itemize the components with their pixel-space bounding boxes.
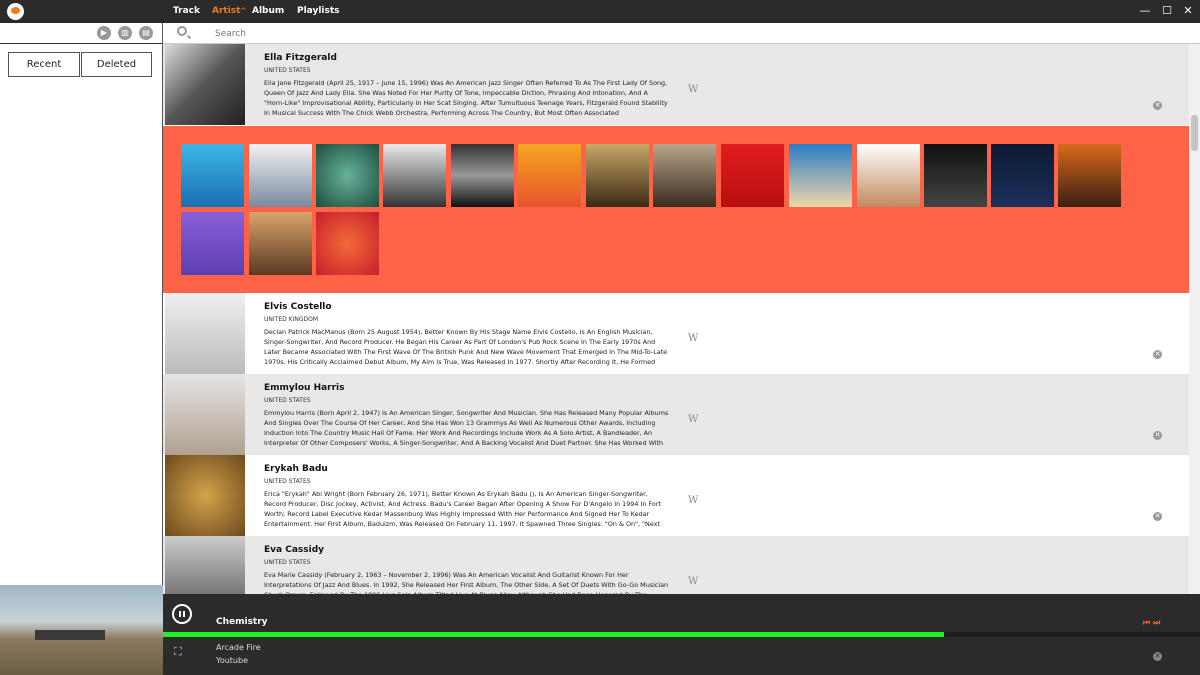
artist-bio: Erica "Erykah" Abi Wright (Born February… xyxy=(264,490,661,528)
album-cover[interactable] xyxy=(721,144,784,207)
wikipedia-icon[interactable]: W xyxy=(688,414,698,425)
progress-fill xyxy=(163,632,944,637)
close-icon[interactable]: ✕ xyxy=(1153,101,1162,110)
artist-photo xyxy=(165,293,245,374)
artist-country: UNITED STATES xyxy=(264,397,311,404)
wikipedia-icon[interactable]: W xyxy=(688,84,698,95)
album-cover[interactable] xyxy=(383,144,446,207)
artist-country: UNITED KINGDOM xyxy=(264,316,318,323)
album-cover[interactable] xyxy=(181,212,244,275)
library-icon[interactable]: ▥ xyxy=(118,26,132,40)
left-panel: ▶ ▥ ▤ Recent Deleted xyxy=(0,23,163,585)
artist-bio: Declan Patrick MacManus (Born 25 August … xyxy=(264,328,668,366)
artist-list: Ella Fitzgerald UNITED STATES Ella Jane … xyxy=(163,44,1189,594)
album-cover[interactable] xyxy=(316,212,379,275)
nav-artist-label: Artist xyxy=(212,6,241,16)
artist-bio: Eva Marie Cassidy (February 2, 1963 – No… xyxy=(264,571,669,594)
prev-next-buttons[interactable]: ⏮ ⏭ xyxy=(1143,618,1160,628)
now-playing-cover xyxy=(0,585,163,675)
artist-name: Erykah Badu xyxy=(264,464,328,474)
close-icon[interactable]: ✕ xyxy=(1153,431,1162,440)
album-cover[interactable] xyxy=(451,144,514,207)
artist-row[interactable]: Emmylou Harris UNITED STATES Emmylou Har… xyxy=(163,374,1189,455)
search-input[interactable] xyxy=(215,27,815,41)
maximize-button[interactable]: ☐ xyxy=(1160,4,1174,18)
app-logo-icon xyxy=(7,3,24,20)
nav-track[interactable]: Track xyxy=(173,6,200,16)
sort-caret-icon: ^ xyxy=(240,7,247,15)
cover-sign xyxy=(35,630,105,640)
nav-playlists[interactable]: Playlists xyxy=(297,6,340,16)
album-grid xyxy=(163,126,1189,293)
album-cover[interactable] xyxy=(653,144,716,207)
scrollbar-thumb[interactable] xyxy=(1191,115,1198,151)
album-cover[interactable] xyxy=(924,144,987,207)
album-cover[interactable] xyxy=(518,144,581,207)
artist-country: UNITED STATES xyxy=(264,559,311,566)
artist-name: Ella Fitzgerald xyxy=(264,53,337,63)
artist-photo xyxy=(165,536,245,594)
youtube-icon[interactable]: ▶ xyxy=(97,26,111,40)
artist-name: Emmylou Harris xyxy=(264,383,345,393)
artist-photo xyxy=(165,455,245,536)
wikipedia-icon[interactable]: W xyxy=(688,333,698,344)
artist-row[interactable]: Eva Cassidy UNITED STATES Eva Marie Cass… xyxy=(163,536,1189,594)
now-playing-artist: Arcade Fire xyxy=(216,643,261,652)
album-cover[interactable] xyxy=(857,144,920,207)
artist-photo xyxy=(165,44,245,125)
album-cover[interactable] xyxy=(789,144,852,207)
now-playing-source: Youtube xyxy=(216,656,248,665)
artist-name: Elvis Costello xyxy=(264,302,332,312)
album-cover[interactable] xyxy=(316,144,379,207)
album-cover[interactable] xyxy=(1058,144,1121,207)
left-toolbar: ▶ ▥ ▤ xyxy=(0,23,162,44)
nav-artist[interactable]: Artist^ xyxy=(212,6,246,16)
artist-name: Eva Cassidy xyxy=(264,545,325,555)
close-button[interactable]: ✕ xyxy=(1181,4,1195,18)
book-icon[interactable]: ▤ xyxy=(139,26,153,40)
minimize-button[interactable]: — xyxy=(1138,4,1152,18)
artist-country: UNITED STATES xyxy=(264,478,311,485)
top-bar: Track Artist^ Album Playlists — ☐ ✕ xyxy=(0,0,1200,23)
pause-button[interactable] xyxy=(172,604,192,624)
search-icon xyxy=(177,26,187,36)
artist-bio: Ella Jane Fitzgerald (April 25, 1917 – J… xyxy=(264,79,668,117)
close-icon[interactable]: ✕ xyxy=(1153,512,1162,521)
expand-icon[interactable]: ⛶ xyxy=(174,645,188,659)
deleted-button[interactable]: Deleted xyxy=(81,52,152,77)
artist-bio: Emmylou Harris (Born April 2, 1947) Is A… xyxy=(264,409,669,447)
artist-country: UNITED STATES xyxy=(264,67,311,74)
artist-row[interactable]: Erykah Badu UNITED STATES Erica "Erykah"… xyxy=(163,455,1189,536)
wikipedia-icon[interactable]: W xyxy=(688,576,698,587)
artist-row[interactable]: Ella Fitzgerald UNITED STATES Ella Jane … xyxy=(163,44,1189,125)
artist-photo xyxy=(165,374,245,455)
nav-album[interactable]: Album xyxy=(252,6,284,16)
album-cover[interactable] xyxy=(181,144,244,207)
wikipedia-icon[interactable]: W xyxy=(688,495,698,506)
progress-bar[interactable] xyxy=(163,632,1200,637)
close-icon[interactable]: ✕ xyxy=(1153,652,1162,661)
close-icon[interactable]: ✕ xyxy=(1153,350,1162,359)
album-cover[interactable] xyxy=(249,212,312,275)
album-cover[interactable] xyxy=(586,144,649,207)
recent-button[interactable]: Recent xyxy=(8,52,80,77)
album-cover[interactable] xyxy=(249,144,312,207)
album-cover[interactable] xyxy=(991,144,1054,207)
artist-row[interactable]: Elvis Costello UNITED KINGDOM Declan Pat… xyxy=(163,293,1189,374)
now-playing-title: Chemistry xyxy=(216,617,268,627)
